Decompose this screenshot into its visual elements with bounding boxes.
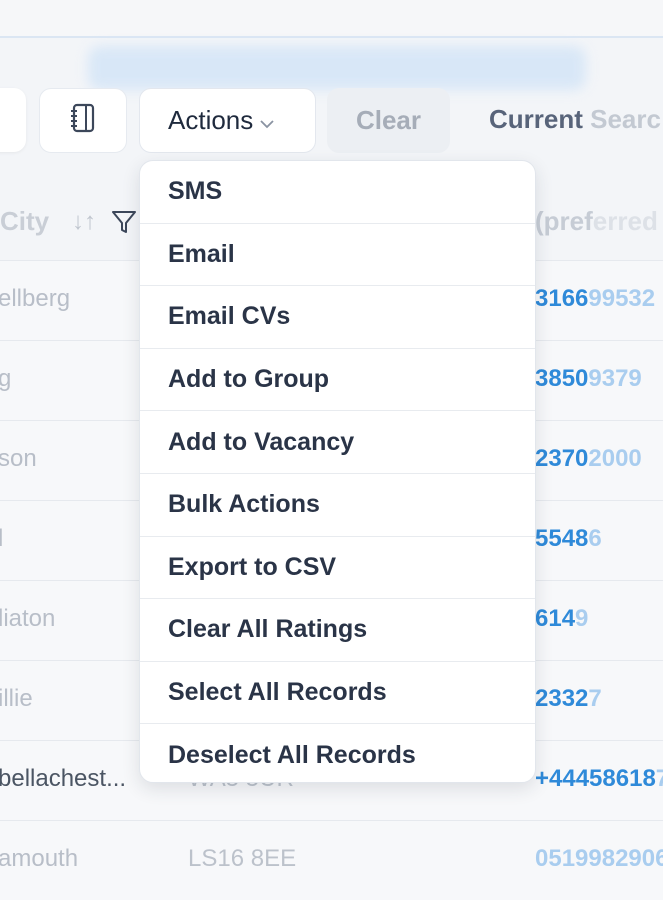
notebook-button[interactable] xyxy=(39,88,127,153)
phone-column-header[interactable]: (preferred xyxy=(535,206,658,237)
menu-item-add-to-group[interactable]: Add to Group xyxy=(140,349,535,412)
city-cell: bellachest... xyxy=(0,765,127,792)
menu-item-email[interactable]: Email xyxy=(140,224,535,287)
city-cell: ellberg xyxy=(0,285,71,312)
filter-icon[interactable] xyxy=(110,208,138,241)
city-cell: g xyxy=(0,365,12,392)
city-cell: liaton xyxy=(0,605,56,632)
menu-item-deselect-all-records[interactable]: Deselect All Records xyxy=(140,724,535,782)
phone-header-label: (pref xyxy=(535,206,593,236)
notebook-icon xyxy=(69,103,97,138)
toolbar-left-control[interactable] xyxy=(0,88,26,152)
city-cell: son xyxy=(0,445,37,472)
menu-item-add-to-vacancy[interactable]: Add to Vacancy xyxy=(140,411,535,474)
clear-button[interactable]: Clear xyxy=(327,88,450,153)
clear-label: Clear xyxy=(355,105,422,135)
menu-item-email-cvs[interactable]: Email CVs xyxy=(140,286,535,349)
menu-item-export-csv[interactable]: Export to CSV xyxy=(140,537,535,600)
current-search-label: Current xyxy=(489,104,591,134)
chevron-down-icon xyxy=(259,105,275,136)
menu-item-clear-all-ratings[interactable]: Clear All Ratings xyxy=(140,599,535,662)
city-cell: amouth xyxy=(0,845,79,872)
city-column-header[interactable]: City xyxy=(0,206,49,237)
top-bar xyxy=(0,0,663,38)
phone-cell[interactable]: +44458618707 xyxy=(535,765,663,793)
actions-menu: SMS Email Email CVs Add to Group Add to … xyxy=(139,160,536,783)
sort-icon[interactable]: ↓↑ xyxy=(72,208,96,236)
phone-cell[interactable]: 316699532 xyxy=(535,285,655,313)
menu-item-sms[interactable]: SMS xyxy=(140,161,535,224)
postcode-cell: LS16 8EE xyxy=(188,845,297,872)
current-search-label-faded: Searc xyxy=(590,104,661,134)
actions-button[interactable]: Actions xyxy=(139,88,316,153)
table-row[interactable]: amouth LS16 8EE 0519982906 xyxy=(0,820,663,900)
city-cell: l xyxy=(0,525,4,552)
phone-cell[interactable]: 6149 xyxy=(535,605,588,633)
current-search-tab[interactable]: Current Searc xyxy=(489,104,661,135)
phone-header-label-faded: erred xyxy=(592,206,658,236)
phone-cell[interactable]: 55486 xyxy=(535,525,602,553)
actions-label: Actions xyxy=(168,105,254,135)
phone-cell[interactable]: 0519982906 xyxy=(535,845,663,873)
city-cell: illie xyxy=(0,685,33,712)
menu-item-bulk-actions[interactable]: Bulk Actions xyxy=(140,474,535,537)
phone-cell[interactable]: 38509379 xyxy=(535,365,642,393)
phone-cell[interactable]: 23702000 xyxy=(535,445,642,473)
menu-item-select-all-records[interactable]: Select All Records xyxy=(140,662,535,725)
search-banner-blurred xyxy=(88,46,586,90)
phone-cell[interactable]: 23327 xyxy=(535,685,602,713)
